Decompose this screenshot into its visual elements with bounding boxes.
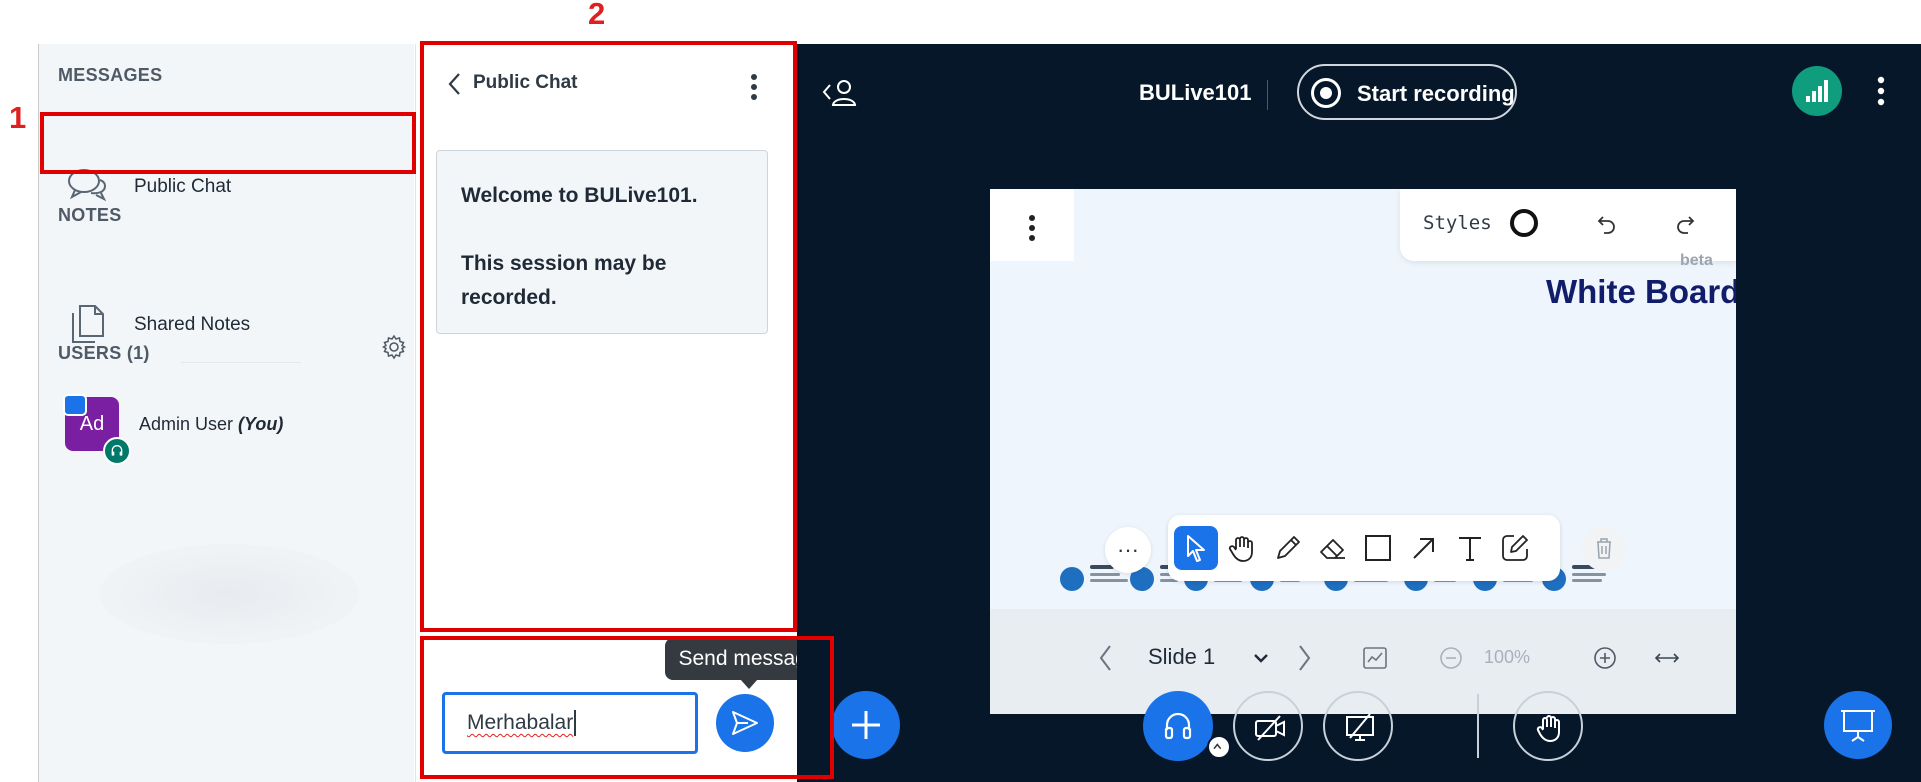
camera-button[interactable] — [1233, 691, 1303, 761]
blurred-area — [99, 544, 359, 644]
styles-panel: Styles — [1400, 189, 1736, 261]
send-message-button[interactable] — [716, 694, 774, 752]
sidebar-item-label: Shared Notes — [134, 314, 251, 335]
user-name-text: Admin User — [139, 414, 234, 434]
messages-section-title: MESSAGES — [58, 65, 163, 85]
audio-button[interactable] — [1143, 691, 1213, 761]
whiteboard-toolbar — [1168, 515, 1560, 581]
header-divider — [1267, 80, 1268, 110]
eraser-tool-button[interactable] — [1311, 526, 1355, 570]
send-icon — [732, 711, 758, 735]
users-section-title: USERS (1) — [58, 343, 150, 363]
note-tool-button[interactable] — [1493, 526, 1537, 570]
audio-options-button[interactable] — [1207, 735, 1231, 759]
beta-label: beta — [1680, 252, 1713, 269]
redo-icon[interactable] — [1672, 211, 1698, 237]
meeting-title: BULive101 — [1139, 80, 1252, 105]
chevron-down-icon[interactable] — [1252, 649, 1270, 667]
pencil-icon — [1277, 536, 1300, 559]
pan-tool-button[interactable] — [1220, 526, 1264, 570]
poll-chart-icon[interactable] — [1362, 646, 1388, 670]
undo-icon[interactable] — [1594, 211, 1620, 237]
screenshare-button[interactable] — [1323, 691, 1393, 761]
sidebar-item-label: Public Chat — [134, 176, 232, 197]
rectangle-icon — [1365, 535, 1391, 561]
eraser-icon — [1320, 539, 1345, 559]
gear-icon[interactable] — [381, 334, 407, 360]
pencil-tool-button[interactable] — [1266, 526, 1310, 570]
toggle-user-list-icon[interactable] — [820, 76, 860, 110]
presenter-badge-icon — [63, 394, 87, 416]
trash-icon — [1597, 538, 1611, 559]
next-slide-icon[interactable] — [1296, 643, 1314, 673]
headphones-icon — [1164, 712, 1192, 740]
text-icon — [1459, 537, 1481, 561]
chat-bubbles-icon — [68, 169, 107, 202]
select-tool-button[interactable] — [1174, 526, 1218, 570]
welcome-line-1: Welcome to BULive101. — [461, 184, 698, 207]
chevron-up-icon — [1213, 743, 1222, 750]
color-swatch-icon[interactable] — [1510, 209, 1538, 237]
chat-panel: Public Chat Welcome to BULive101. This s… — [415, 44, 832, 782]
plus-icon — [852, 711, 880, 739]
presentation-toggle-button[interactable] — [1824, 691, 1892, 759]
signal-bars-icon — [1806, 80, 1828, 102]
chat-message-input[interactable]: Merhabalar — [442, 692, 698, 754]
main-options-icon[interactable] — [1876, 74, 1886, 108]
presentation-area: BULive101 Start recording Styles beta Wh… — [797, 44, 1921, 782]
chat-input-text: Merhabalar — [467, 711, 574, 734]
whiteboard-canvas[interactable]: Styles beta White Board ··· Slide 1 100% — [990, 189, 1736, 714]
more-options-icon[interactable] — [749, 72, 759, 102]
note-icon — [1502, 535, 1528, 561]
zoom-out-icon[interactable] — [1438, 645, 1464, 671]
start-recording-button[interactable]: Start recording — [1297, 64, 1517, 120]
presentation-icon — [1841, 710, 1875, 742]
zoom-level: 100% — [1484, 647, 1531, 667]
text-tool-button[interactable] — [1448, 526, 1492, 570]
record-label: Start recording — [1357, 81, 1515, 106]
styles-button[interactable]: Styles — [1423, 212, 1492, 234]
select-icon — [1187, 535, 1205, 562]
raise-hand-button[interactable] — [1513, 691, 1583, 761]
sidebar-panel: MESSAGES Public Chat NOTES Shared Notes … — [38, 44, 414, 782]
welcome-message: Welcome to BULive101. This session may b… — [436, 150, 768, 334]
actions-plus-button[interactable] — [832, 691, 900, 759]
chat-title: Public Chat — [473, 72, 578, 93]
annotation-label-1: 1 — [9, 100, 27, 135]
notes-section-title: NOTES — [58, 205, 122, 225]
screenshare-off-icon — [1346, 713, 1374, 741]
you-tag: (You) — [238, 414, 284, 434]
welcome-line-2: This session may be recorded. — [461, 252, 667, 309]
screenshot-page: 1 2 3 MESSAGES Public Chat NOTES Shared … — [0, 0, 1921, 782]
rectangle-tool-button[interactable] — [1356, 526, 1400, 570]
headset-badge-icon — [103, 437, 131, 465]
controls-divider — [1477, 694, 1479, 758]
annotation-label-2: 2 — [588, 0, 606, 31]
text-caret — [574, 710, 577, 736]
whiteboard-menu-icon[interactable] — [1027, 213, 1037, 243]
connection-status-button[interactable] — [1792, 66, 1842, 116]
raise-hand-icon — [1536, 715, 1560, 742]
fit-width-icon[interactable] — [1653, 647, 1681, 669]
whiteboard-menu-area — [990, 189, 1074, 261]
zoom-in-icon[interactable] — [1592, 645, 1618, 671]
pan-icon — [1228, 536, 1253, 562]
previous-slide-icon[interactable] — [1096, 643, 1114, 673]
user-name: Admin User (You) — [139, 414, 283, 435]
camera-off-icon — [1255, 715, 1285, 741]
divider — [181, 362, 301, 363]
delete-button[interactable] — [1582, 527, 1626, 571]
record-icon — [1311, 78, 1341, 108]
arrow-icon — [1413, 538, 1434, 559]
slide-selector[interactable]: Slide 1 — [1148, 644, 1215, 670]
more-tools-button[interactable]: ··· — [1105, 527, 1151, 573]
notes-document-icon — [72, 305, 104, 343]
slide-heading: White Board — [1546, 273, 1736, 310]
arrow-tool-button[interactable] — [1402, 526, 1446, 570]
chevron-left-icon[interactable] — [446, 71, 464, 97]
